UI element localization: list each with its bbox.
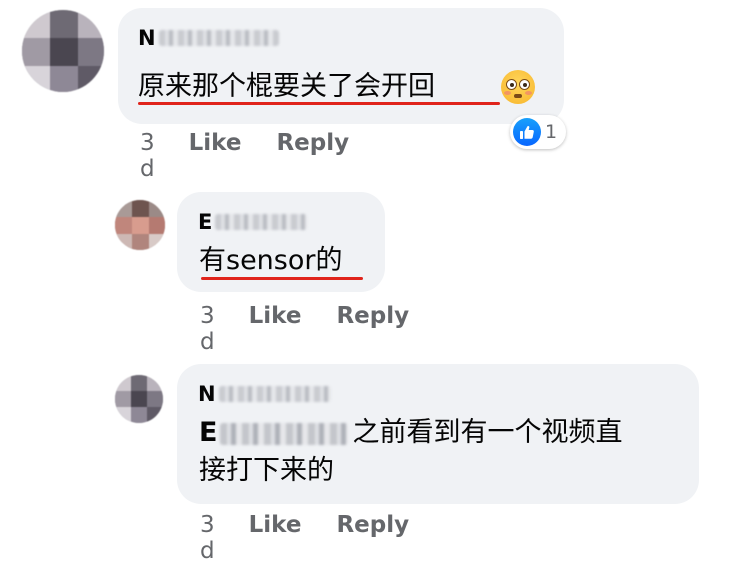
like-button[interactable]: Like [189, 130, 242, 156]
highlight-underline [138, 102, 500, 105]
author-initial: E [198, 210, 213, 234]
reply-button[interactable]: Reply [336, 512, 409, 538]
comment-text-line1: E 之前看到有一个视频直 [199, 414, 622, 452]
author-initial: N [198, 382, 216, 406]
like-icon [513, 118, 541, 146]
reply-button[interactable]: Reply [276, 130, 349, 156]
highlight-underline [201, 277, 363, 280]
flushed-face-emoji [501, 70, 535, 104]
avatar[interactable] [22, 10, 104, 92]
mention-initial: E [199, 417, 218, 448]
comment-actions: 3 d Like Reply [200, 512, 409, 564]
author-name[interactable]: N [198, 380, 331, 408]
comment-text-line2: 接打下来的 [199, 455, 334, 486]
redacted-name [215, 214, 308, 230]
mention-link[interactable]: E [199, 417, 352, 448]
comment-text: 之前看到有一个视频直 [352, 417, 623, 448]
author-initial: N [138, 26, 156, 50]
comment-actions: 3 d Like Reply [140, 130, 349, 182]
author-name[interactable]: N [138, 24, 279, 52]
redacted-name [158, 30, 279, 46]
timestamp[interactable]: 3 d [200, 303, 215, 355]
timestamp[interactable]: 3 d [200, 512, 215, 564]
timestamp[interactable]: 3 d [140, 130, 155, 182]
avatar[interactable] [115, 375, 163, 423]
comment-text: 原来那个棍要关了会开回 [138, 71, 435, 102]
redacted-mention [220, 422, 349, 445]
avatar[interactable] [115, 200, 165, 250]
like-button[interactable]: Like [249, 303, 302, 329]
author-name[interactable]: E [198, 208, 308, 236]
reaction-badge[interactable]: 1 [510, 115, 566, 149]
comment-text: 有sensor的 [199, 245, 343, 276]
reply-button[interactable]: Reply [336, 303, 409, 329]
like-button[interactable]: Like [249, 512, 302, 538]
reaction-count: 1 [545, 121, 558, 143]
redacted-name [218, 386, 331, 402]
comment-actions: 3 d Like Reply [200, 303, 409, 355]
